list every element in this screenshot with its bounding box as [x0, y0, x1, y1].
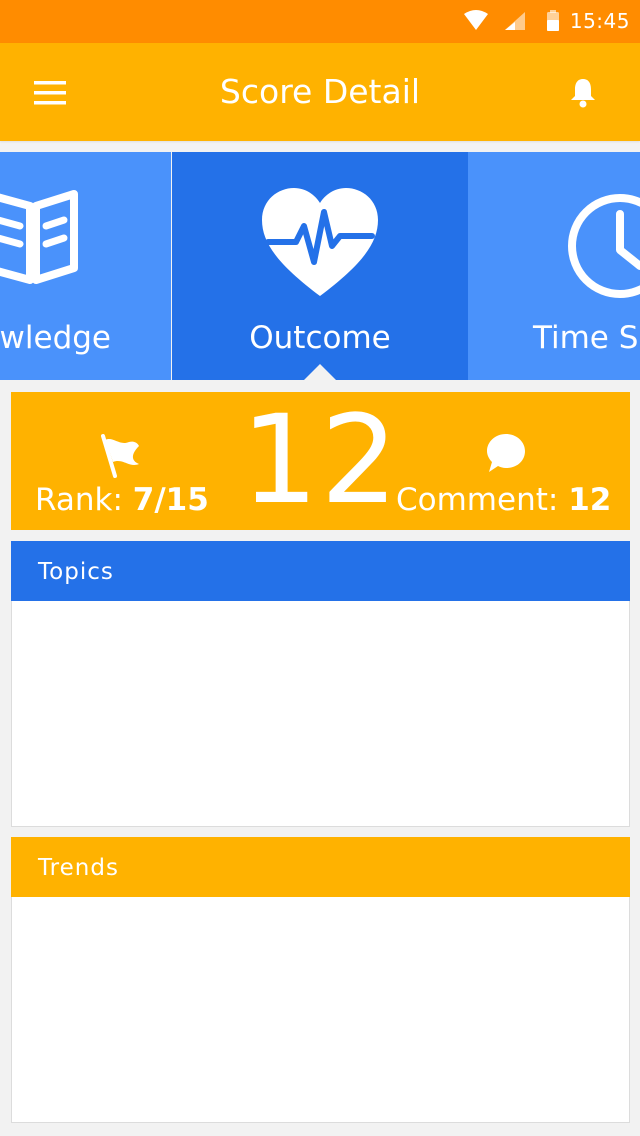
trends-panel: Trends — [11, 837, 630, 1123]
category-tabs: wledge Outcome Time S — [0, 152, 640, 380]
comment-icon — [487, 434, 525, 472]
book-icon — [0, 190, 78, 284]
page-title: Score Detail — [219, 72, 421, 111]
tab-time-spent-label: Time S — [533, 320, 639, 356]
tab-outcome-label: Outcome — [249, 320, 391, 356]
topics-panel: Topics — [11, 541, 630, 827]
tab-time-spent[interactable]: Time S — [468, 152, 640, 380]
battery-icon — [547, 10, 559, 31]
trends-panel-title: Trends — [11, 837, 630, 897]
comment-count: Comment: 12 — [396, 482, 611, 518]
tab-outcome[interactable]: Outcome — [172, 152, 468, 380]
topics-panel-title: Topics — [11, 541, 630, 601]
comment-label: Comment: — [396, 482, 559, 518]
score-card: Rank: 7/15 12 Comment: 12 — [11, 390, 630, 530]
comment-value: 12 — [568, 482, 612, 518]
tab-knowledge-label: wledge — [0, 320, 111, 356]
wifi-icon — [464, 10, 488, 30]
app-bar: Score Detail — [0, 43, 640, 141]
bell-icon[interactable] — [566, 75, 600, 109]
status-bar: 15:45 — [0, 0, 640, 43]
clock-icon — [568, 194, 640, 298]
selected-tab-pointer — [304, 364, 336, 380]
heart-pulse-icon — [262, 188, 378, 296]
signal-icon — [505, 12, 525, 30]
clock-time: 15:45 — [569, 9, 630, 33]
tab-knowledge[interactable]: wledge — [0, 152, 171, 380]
